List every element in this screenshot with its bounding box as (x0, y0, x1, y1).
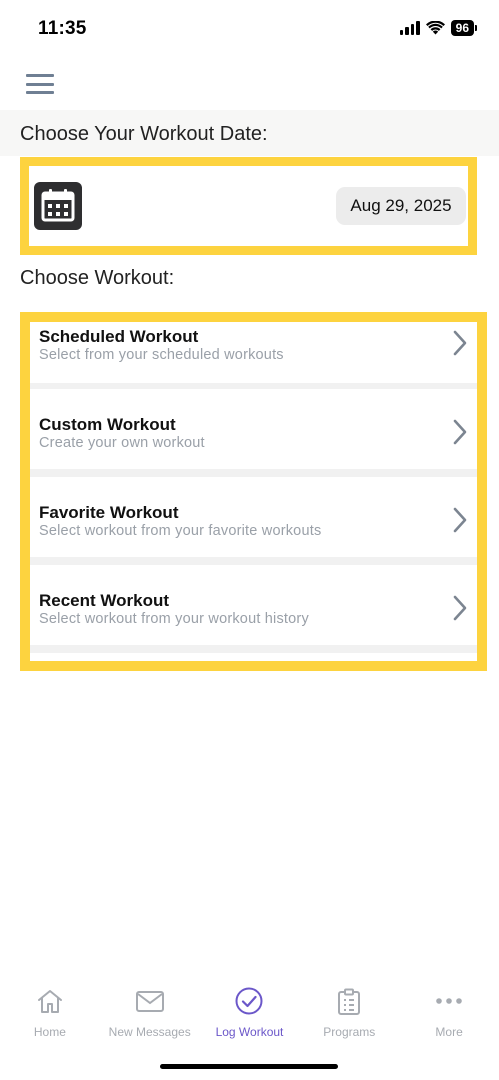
scheduled-workout-option[interactable]: Scheduled Workout Select from your sched… (30, 322, 477, 383)
tab-label: Log Workout (215, 1025, 284, 1039)
tab-label: More (435, 1025, 463, 1039)
tab-new-messages[interactable]: New Messages (100, 980, 200, 1050)
bottom-tab-bar: Home New Messages Log Workout Programs M… (0, 980, 499, 1050)
tab-label: Programs (323, 1025, 376, 1039)
calendar-icon[interactable] (34, 182, 82, 230)
custom-workout-option[interactable]: Custom Workout Create your own workout (30, 389, 477, 469)
workout-option-title: Favorite Workout (39, 503, 179, 522)
status-indicators: 96 (399, 20, 477, 36)
battery-icon: 96 (450, 20, 477, 36)
battery-level: 96 (450, 20, 474, 36)
mail-icon (135, 988, 165, 1019)
recent-workout-option[interactable]: Recent Workout Select workout from your … (30, 565, 477, 645)
tab-label: Home (33, 1025, 66, 1039)
chevron-right-icon (453, 330, 467, 361)
date-section-title: Choose Your Workout Date: (20, 123, 268, 145)
workout-option-subtitle: Select workout from your favorite workou… (39, 523, 322, 539)
clipboard-icon (336, 988, 362, 1021)
chevron-right-icon (453, 507, 467, 538)
list-spacer (30, 653, 477, 661)
hamburger-menu-icon[interactable] (26, 72, 54, 96)
check-circle-icon (235, 987, 263, 1020)
favorite-workout-option[interactable]: Favorite Workout Select workout from you… (30, 477, 477, 557)
tab-log-workout[interactable]: Log Workout (200, 980, 300, 1050)
chevron-right-icon (453, 595, 467, 626)
status-bar: 11:35 96 (0, 0, 499, 60)
date-value-button[interactable]: Aug 29, 2025 (336, 187, 466, 225)
home-icon (36, 988, 64, 1019)
workout-option-subtitle: Select from your scheduled workouts (39, 347, 284, 363)
status-time: 11:35 (38, 18, 87, 39)
chevron-right-icon (453, 419, 467, 450)
tab-home[interactable]: Home (0, 980, 100, 1050)
wifi-icon (425, 21, 445, 35)
workout-option-title: Recent Workout (39, 591, 170, 610)
workout-option-subtitle: Select workout from your workout history (39, 611, 309, 627)
workout-option-subtitle: Create your own workout (39, 435, 205, 451)
tab-label: New Messages (108, 1025, 191, 1039)
more-icon (434, 988, 464, 1019)
workout-option-title: Custom Workout (39, 415, 176, 434)
workout-option-title: Scheduled Workout (39, 327, 199, 346)
tab-programs[interactable]: Programs (299, 980, 399, 1050)
workout-section-title: Choose Workout: (20, 267, 175, 289)
home-indicator (160, 1064, 338, 1069)
cellular-signal-icon (399, 21, 420, 35)
tab-more[interactable]: More (399, 980, 499, 1050)
